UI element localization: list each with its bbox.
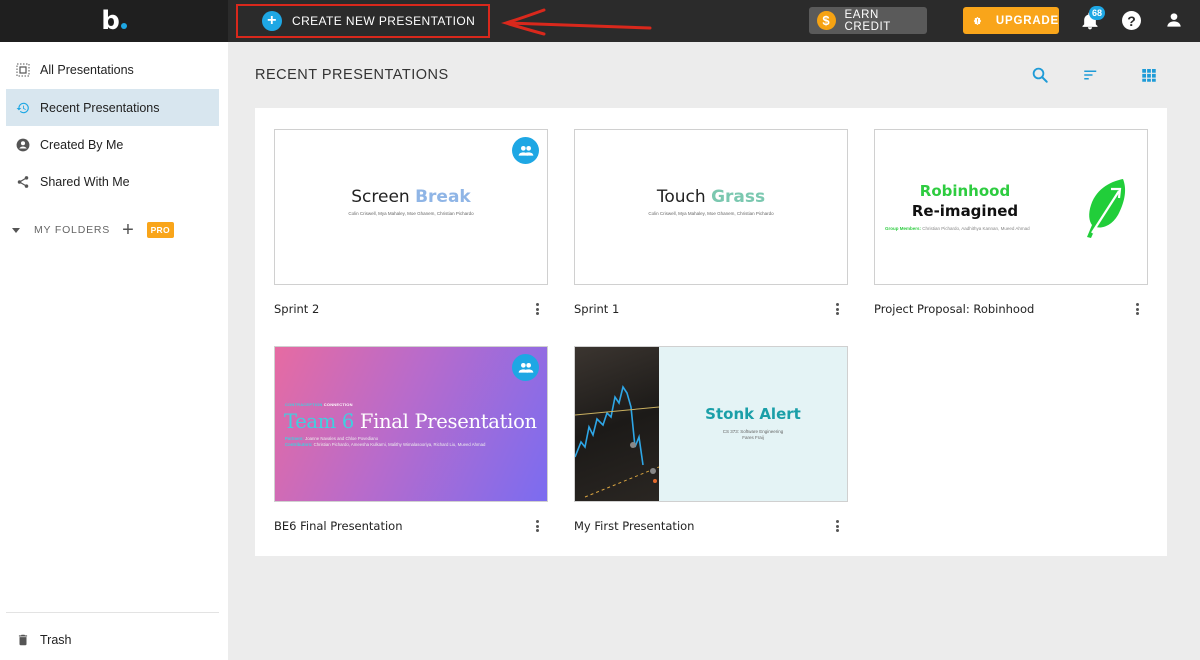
sidebar: All Presentations Recent Presentations C… — [0, 42, 228, 660]
page-title: RECENT PRESENTATIONS — [255, 67, 449, 83]
collapse-caret-icon[interactable] — [12, 227, 20, 233]
plus-icon: + — [262, 11, 282, 31]
more-options-icon[interactable] — [832, 301, 842, 317]
sidebar-item-label: Created By Me — [40, 137, 124, 152]
logo[interactable]: b — [0, 0, 228, 42]
sidebar-divider — [6, 612, 219, 613]
slide-subtitle: Colin Criswell, Mya Mahaley, Moe Ghanem,… — [648, 211, 774, 216]
presentation-thumbnail[interactable]: Robinhood Re-imagined Group Members: Chr… — [874, 129, 1148, 285]
slide-contributors: Contributors: Christian Pichardo, Ameesh… — [285, 442, 486, 447]
sort-icon[interactable] — [1082, 66, 1100, 84]
logo-dot-icon — [120, 23, 127, 29]
upgrade-button[interactable]: UPGRADE — [963, 7, 1059, 34]
slide-kicker: CONTRACEPTION CONNECTION — [285, 402, 353, 407]
presentations-panel: Screen Break Colin Criswell, Mya Mahaley… — [255, 108, 1167, 556]
all-presentations-icon — [16, 63, 30, 77]
presentation-thumbnail[interactable]: Screen Break Colin Criswell, Mya Mahaley… — [274, 129, 548, 285]
pro-badge: PRO — [146, 222, 174, 238]
presentation-title[interactable]: Project Proposal: Robinhood — [874, 302, 1034, 316]
add-folder-button[interactable]: + — [122, 220, 134, 240]
user-account-icon[interactable] — [1166, 12, 1182, 28]
user-circle-icon — [16, 138, 30, 152]
slide-partners: Partners: Joanne Navales and Chloe Poved… — [285, 436, 379, 441]
history-icon — [16, 101, 30, 115]
notification-count-badge: 68 — [1089, 6, 1105, 20]
presentation-card: CONTRACEPTION CONNECTION Team 6 Final Pr… — [274, 346, 548, 533]
slide-title: Screen Break — [351, 187, 471, 207]
slide-title: Team 6 Final Presentation — [284, 410, 537, 433]
more-options-icon[interactable] — [1132, 301, 1142, 317]
sidebar-item-all-presentations[interactable]: All Presentations — [6, 51, 219, 88]
more-options-icon[interactable] — [532, 301, 542, 317]
logo-text: b — [101, 8, 127, 34]
upgrade-label: UPGRADE — [995, 14, 1059, 27]
search-icon[interactable] — [1031, 66, 1049, 84]
earn-credit-button[interactable]: $ EARN CREDIT — [809, 7, 927, 34]
sidebar-item-label: Recent Presentations — [40, 100, 160, 115]
slide-title: Touch Grass — [656, 187, 766, 207]
sidebar-item-label: Shared With Me — [40, 174, 130, 189]
create-new-presentation-button[interactable]: + CREATE NEW PRESENTATION — [236, 4, 490, 38]
badge-alert-icon — [973, 16, 982, 25]
more-options-icon[interactable] — [532, 518, 542, 534]
annotation-arrow-icon — [500, 8, 652, 36]
presentation-title[interactable]: Sprint 2 — [274, 302, 319, 316]
my-folders-section: MY FOLDERS + PRO — [12, 220, 174, 240]
create-label: CREATE NEW PRESENTATION — [292, 14, 476, 28]
presentation-thumbnail[interactable]: Touch Grass Colin Criswell, Mya Mahaley,… — [574, 129, 848, 285]
presentation-card: Screen Break Colin Criswell, Mya Mahaley… — [274, 129, 548, 316]
dollar-icon: $ — [817, 11, 836, 30]
more-options-icon[interactable] — [832, 518, 842, 534]
slide-title-line2: Re-imagined — [911, 202, 1019, 220]
share-icon — [16, 175, 30, 189]
presentation-card: Robinhood Re-imagined Group Members: Chr… — [874, 129, 1148, 316]
slide-title-line1: Robinhood — [919, 182, 1011, 200]
presentation-title[interactable]: My First Presentation — [574, 519, 694, 533]
help-icon[interactable]: ? — [1122, 11, 1141, 30]
my-folders-label: MY FOLDERS — [34, 224, 111, 236]
slide-subtitle-line2: Fares Fraij — [742, 435, 764, 440]
stock-chart-image — [575, 347, 660, 501]
presentation-card: Touch Grass Colin Criswell, Mya Mahaley,… — [574, 129, 848, 316]
sidebar-item-created-by-me[interactable]: Created By Me — [6, 126, 219, 163]
slide-title: Stonk Alert — [705, 405, 801, 423]
shared-group-icon — [512, 354, 539, 381]
presentation-thumbnail[interactable]: Stonk Alert CS 373: Software Engineering… — [574, 346, 848, 502]
presentation-title[interactable]: Sprint 1 — [574, 302, 619, 316]
presentation-thumbnail[interactable]: CONTRACEPTION CONNECTION Team 6 Final Pr… — [274, 346, 548, 502]
slide-subtitle: Group Members: Christian Pichardo, Aadhi… — [885, 226, 1030, 231]
presentation-title[interactable]: BE6 Final Presentation — [274, 519, 403, 533]
trash-icon — [18, 634, 28, 646]
shared-group-icon — [512, 137, 539, 164]
sidebar-item-trash[interactable]: Trash — [6, 625, 219, 655]
presentation-card: Stonk Alert CS 373: Software Engineering… — [574, 346, 848, 533]
sidebar-item-recent-presentations[interactable]: Recent Presentations — [6, 89, 219, 126]
grid-view-icon[interactable] — [1140, 66, 1158, 84]
robinhood-feather-icon — [1087, 179, 1126, 238]
trash-label: Trash — [40, 633, 72, 647]
sidebar-item-label: All Presentations — [40, 62, 134, 77]
sidebar-item-shared-with-me[interactable]: Shared With Me — [6, 163, 219, 200]
top-bar: b + CREATE NEW PRESENTATION $ EARN CREDI… — [0, 0, 1200, 42]
slide-subtitle-line1: CS 373: Software Engineering — [722, 429, 784, 434]
stock-chart-graphic — [575, 385, 660, 498]
earn-credit-label: EARN CREDIT — [844, 8, 891, 33]
slide-subtitle: Colin Criswell, Mya Mahaley, Moe Ghanem,… — [348, 211, 474, 216]
slide-text-area: Stonk Alert CS 373: Software Engineering… — [659, 347, 847, 501]
